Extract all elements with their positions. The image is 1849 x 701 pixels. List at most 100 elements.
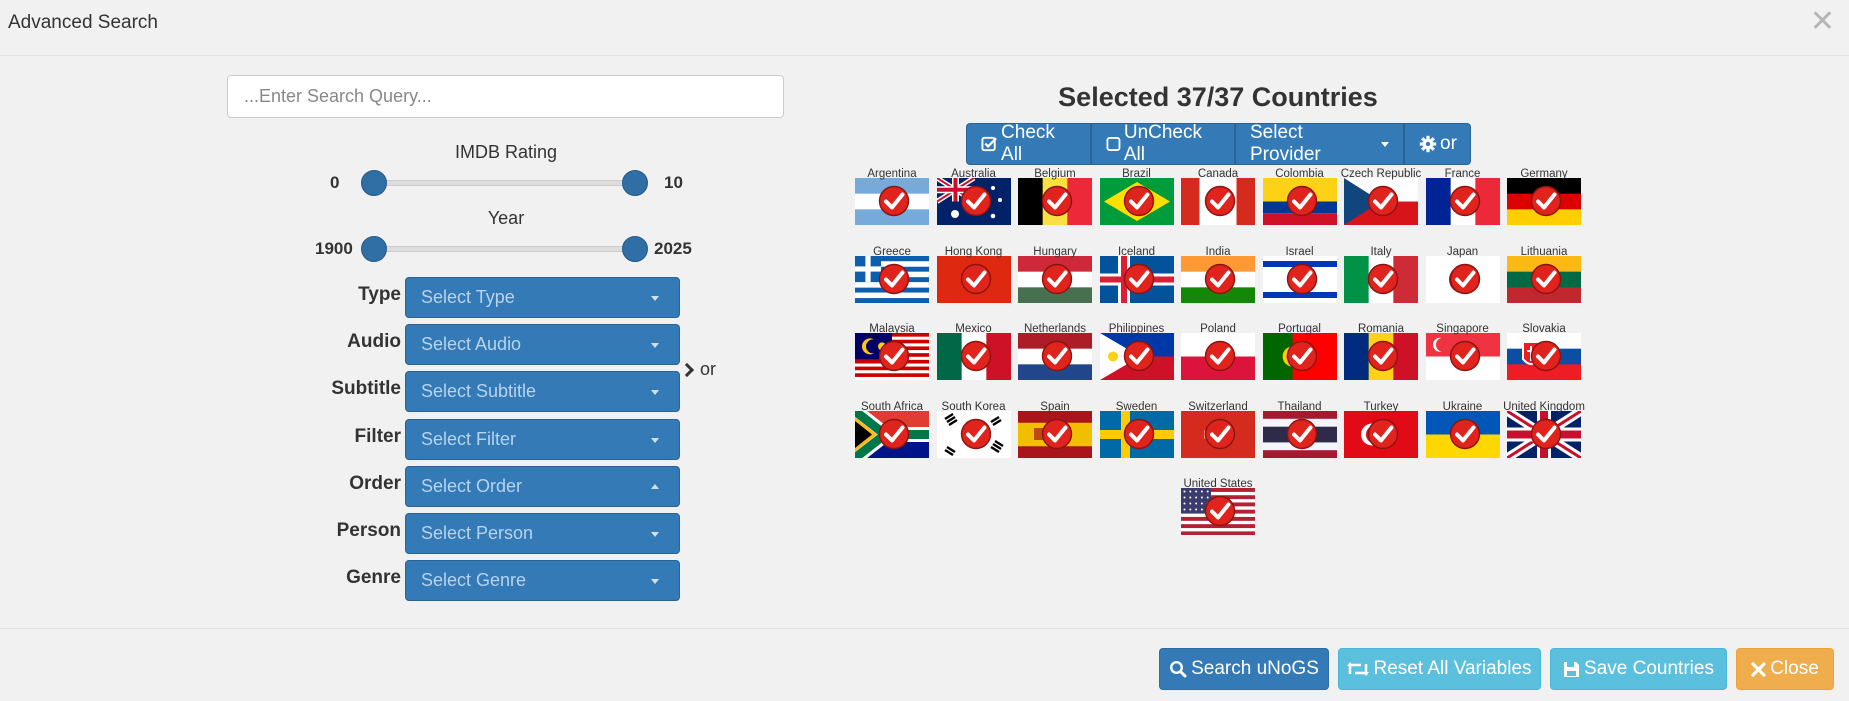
search-unogs-button[interactable]: Search uNoGS	[1159, 648, 1329, 690]
country-flag-south-korea[interactable]: South Korea	[936, 401, 1012, 461]
save-countries-button[interactable]: Save Countries	[1550, 648, 1727, 690]
country-flag-singapore[interactable]: Singapore	[1425, 323, 1501, 383]
person-label: Person	[336, 520, 401, 541]
country-flag-brazil[interactable]: Brazil	[1099, 168, 1175, 228]
country-flag-australia[interactable]: Australia	[936, 168, 1012, 228]
country-flag-argentina[interactable]: Argentina	[854, 168, 930, 228]
country-flag-turkey[interactable]: Turkey	[1343, 401, 1419, 461]
check-all-button[interactable]: Check All	[966, 122, 1091, 165]
imdb-max-value: 10	[664, 173, 683, 192]
check-mark-icon	[1204, 495, 1236, 527]
country-flag-sweden[interactable]: Sweden	[1099, 401, 1175, 461]
country-flag-czech-republic[interactable]: Czech Republic	[1341, 168, 1421, 228]
country-actions: Check All UnCheck All Select Provider or	[966, 122, 1471, 165]
caret-down-icon	[651, 296, 659, 301]
check-mark-icon	[878, 418, 910, 449]
country-name: Hong Kong	[944, 245, 1003, 258]
caret-down-icon	[651, 438, 659, 443]
audio-select[interactable]: Select Audio	[405, 324, 680, 365]
country-flag-germany[interactable]: Germany	[1506, 168, 1582, 228]
check-mark-icon	[1530, 185, 1562, 217]
caret-up-icon	[651, 484, 659, 489]
country-flag-ukraine[interactable]: Ukraine	[1425, 401, 1501, 461]
imdb-max-handle[interactable]	[622, 170, 648, 196]
country-flag-slovakia[interactable]: Slovakia	[1506, 323, 1582, 383]
country-flag-portugal[interactable]: Portugal	[1262, 323, 1338, 383]
check-mark-icon	[1449, 418, 1480, 449]
country-flag-colombia[interactable]: Colombia	[1262, 168, 1338, 228]
filter-select[interactable]: Select Filter	[405, 419, 680, 460]
country-name: Italy	[1370, 245, 1392, 258]
check-mark-icon	[1204, 185, 1236, 217]
caret-down-icon	[651, 343, 659, 348]
or-toggle[interactable]: or	[679, 359, 717, 380]
check-mark-icon	[1041, 418, 1073, 449]
imdb-min-handle[interactable]	[361, 170, 387, 196]
country-flag-switzerland[interactable]: Switzerland	[1180, 401, 1256, 461]
country-flag-lithuania[interactable]: Lithuania	[1506, 246, 1582, 306]
country-flag-hong-kong[interactable]: Hong Kong	[936, 246, 1012, 306]
country-flag-united-kingdom[interactable]: United Kingdom	[1503, 401, 1585, 461]
country-flag-malaysia[interactable]: Malaysia	[854, 323, 930, 383]
country-flag-india[interactable]: India	[1180, 246, 1256, 306]
close-icon[interactable]: ✕	[1810, 6, 1835, 38]
country-flag-israel[interactable]: Israel	[1262, 246, 1338, 306]
caret-down-icon	[1381, 141, 1389, 147]
country-flag-spain[interactable]: Spain	[1017, 401, 1093, 461]
person-select[interactable]: Select Person	[405, 513, 680, 554]
year-slider-track[interactable]	[374, 246, 636, 252]
subtitle-select[interactable]: Select Subtitle	[405, 371, 680, 412]
imdb-slider-track[interactable]	[374, 180, 636, 186]
country-flag-philippines[interactable]: Philippines	[1099, 323, 1175, 383]
check-mark-icon	[1286, 418, 1317, 449]
or-label: or	[700, 359, 717, 379]
or-mode-button[interactable]: or	[1404, 123, 1471, 165]
year-max-handle[interactable]	[622, 236, 648, 262]
country-flag-thailand[interactable]: Thailand	[1262, 401, 1338, 461]
country-name: Spain	[1040, 400, 1070, 413]
reset-all-variables-button[interactable]: Reset All Variables	[1338, 648, 1541, 690]
country-flag-iceland[interactable]: Iceland	[1099, 246, 1175, 306]
check-mark-icon	[878, 340, 910, 372]
country-flag-hungary[interactable]: Hungary	[1017, 246, 1093, 306]
country-name: Thailand	[1277, 400, 1322, 413]
check-mark-icon	[878, 185, 910, 217]
check-mark-icon	[960, 263, 991, 294]
country-flag-japan[interactable]: Japan	[1425, 246, 1501, 306]
order-select[interactable]: Select Order	[405, 466, 680, 507]
caret-down-icon	[651, 532, 659, 537]
country-flag-italy[interactable]: Italy	[1343, 246, 1419, 306]
selected-countries-title: Selected 37/37 Countries	[1058, 82, 1378, 112]
type-label: Type	[358, 284, 401, 305]
country-flag-greece[interactable]: Greece	[854, 246, 930, 306]
select-provider-dropdown[interactable]: Select Provider	[1235, 122, 1404, 165]
country-flag-united-states[interactable]: United States	[1180, 478, 1256, 538]
country-flag-south-africa[interactable]: South Africa	[854, 401, 930, 461]
caret-down-icon	[651, 390, 659, 395]
country-flag-romania[interactable]: Romania	[1343, 323, 1419, 383]
uncheck-all-button[interactable]: UnCheck All	[1091, 122, 1235, 165]
check-mark-icon	[1123, 185, 1154, 217]
country-flag-netherlands[interactable]: Netherlands	[1017, 323, 1093, 383]
check-mark-icon	[1530, 340, 1562, 372]
order-label: Order	[349, 473, 401, 494]
country-flag-belgium[interactable]: Belgium	[1017, 168, 1093, 228]
country-flag-poland[interactable]: Poland	[1180, 323, 1256, 383]
search-input[interactable]	[227, 75, 784, 118]
country-name: Brazil	[1122, 168, 1151, 180]
country-name: France	[1444, 168, 1481, 180]
check-mark-icon	[1204, 263, 1236, 294]
country-flag-mexico[interactable]: Mexico	[936, 323, 1012, 383]
genre-select[interactable]: Select Genre	[405, 560, 680, 601]
country-flag-france[interactable]: France	[1425, 168, 1501, 228]
check-mark-icon	[1449, 340, 1480, 372]
audio-label: Audio	[347, 331, 401, 352]
country-flag-canada[interactable]: Canada	[1180, 168, 1256, 228]
country-name: Greece	[873, 245, 911, 258]
year-min-handle[interactable]	[361, 236, 387, 262]
check-mark-icon	[1041, 263, 1073, 294]
check-mark-icon	[1286, 340, 1317, 372]
country-name: South Africa	[860, 400, 923, 413]
close-button[interactable]: Close	[1736, 648, 1834, 690]
type-select[interactable]: Select Type	[405, 277, 680, 318]
